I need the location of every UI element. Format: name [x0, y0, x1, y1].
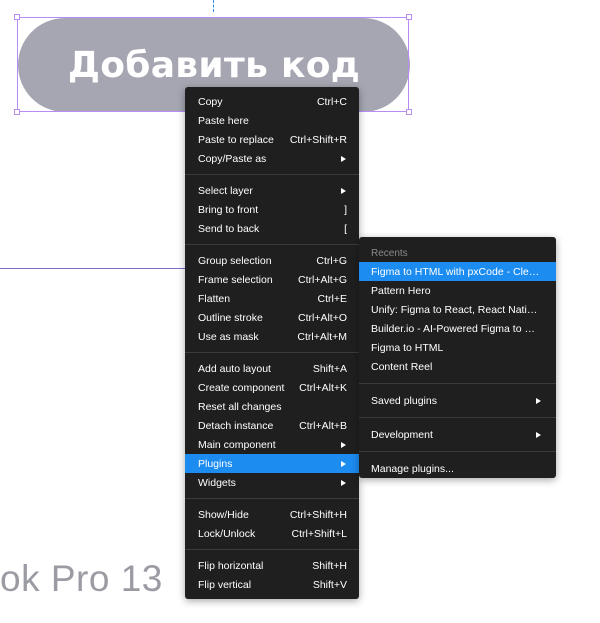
menu-item-shortcut: Ctrl+G [316, 254, 347, 267]
menu-item-shortcut: Ctrl+Alt+O [297, 311, 347, 324]
resize-handle-top-left[interactable] [14, 14, 20, 20]
menu-item-label: Paste here [198, 114, 249, 127]
menu-divider [185, 549, 359, 550]
submenu-arrow-icon [341, 441, 346, 448]
menu-item-send-to-back[interactable]: Send to back [ [185, 219, 359, 238]
menu-item-frame-selection[interactable]: Frame selection Ctrl+Alt+G [185, 270, 359, 289]
menu-item-label: Use as mask [198, 330, 259, 343]
menu-item-shortcut: Ctrl+C [316, 95, 347, 108]
menu-item-label: Group selection [198, 254, 272, 267]
menu-item-shortcut: Ctrl+E [317, 292, 347, 305]
menu-item-detach-instance[interactable]: Detach instance Ctrl+Alt+B [185, 416, 359, 435]
plugin-item-pattern-hero[interactable]: Pattern Hero [359, 281, 556, 300]
menu-divider [185, 244, 359, 245]
submenu-arrow-icon [536, 431, 541, 438]
menu-item-label: Flip vertical [198, 578, 252, 591]
resize-handle-bottom-right[interactable] [406, 109, 412, 115]
menu-item-shortcut: Ctrl+Alt+G [297, 273, 347, 286]
menu-item-shortcut: Ctrl+Alt+M [297, 330, 347, 343]
add-code-button-text: Добавить код [67, 44, 361, 86]
menu-item-shortcut: Ctrl+Shift+L [291, 527, 347, 540]
menu-item-shortcut: Ctrl+Alt+B [299, 419, 347, 432]
menu-item-label: Add auto layout [198, 362, 271, 375]
plugin-item-builder-io[interactable]: Builder.io - AI-Powered Figma to Cod... [359, 319, 556, 338]
submenu-arrow-icon [536, 397, 541, 404]
menu-divider [185, 352, 359, 353]
layout-guide [213, 0, 214, 12]
menu-item-paste-to-replace[interactable]: Paste to replace Ctrl+Shift+R [185, 130, 359, 149]
menu-item-label: Lock/Unlock [198, 527, 256, 540]
menu-item-label: Copy [198, 95, 223, 108]
plugin-item-figma-to-html[interactable]: Figma to HTML [359, 338, 556, 357]
submenu-divider [359, 417, 556, 418]
plugins-submenu: Recents Figma to HTML with pxCode - Clea… [359, 237, 556, 478]
recents-header: Recents [371, 247, 408, 259]
menu-item-create-component[interactable]: Create component Ctrl+Alt+K [185, 378, 359, 397]
menu-item-lock-unlock[interactable]: Lock/Unlock Ctrl+Shift+L [185, 524, 359, 543]
menu-item-widgets[interactable]: Widgets [185, 473, 359, 492]
menu-item-label: Create component [198, 381, 285, 394]
menu-item-select-layer[interactable]: Select layer [185, 181, 359, 200]
submenu-arrow-icon [341, 460, 346, 467]
menu-item-label: Send to back [198, 222, 260, 235]
menu-item-add-auto-layout[interactable]: Add auto layout Shift+A [185, 359, 359, 378]
menu-item-bring-to-front[interactable]: Bring to front] [185, 200, 359, 219]
menu-divider [185, 498, 359, 499]
menu-item-label: Paste to replace [198, 133, 274, 146]
menu-item-copy-paste-as[interactable]: Copy/Paste as [185, 149, 359, 168]
menu-item-label: Flip horizontal [198, 559, 264, 572]
canvas-line [0, 268, 200, 269]
menu-item-reset-all-changes[interactable]: Reset all changes [185, 397, 359, 416]
menu-item-outline-stroke[interactable]: Outline stroke Ctrl+Alt+O [185, 308, 359, 327]
menu-item-label: Show/Hide [198, 508, 249, 521]
menu-item-label: Flatten [198, 292, 231, 305]
context-menu: Copy Ctrl+C Paste here Paste to replace Ctrl… [185, 87, 359, 599]
menu-divider [185, 174, 359, 175]
menu-item-flip-vertical[interactable]: Flip vertical Shift+V [185, 575, 359, 594]
menu-item-label: Bring to front [198, 203, 259, 216]
menu-item-label: Reset all changes [198, 400, 282, 413]
menu-item-paste-here[interactable]: Paste here [185, 111, 359, 130]
development-item[interactable]: Development [359, 425, 556, 444]
menu-item-show-hide[interactable]: Show/Hide Ctrl+Shift+H [185, 505, 359, 524]
menu-item-label: Main component [198, 438, 276, 451]
saved-plugins-item[interactable]: Saved plugins [359, 391, 556, 410]
menu-item-shortcut: Shift+V [312, 578, 347, 591]
menu-item-label: Outline stroke [198, 311, 263, 324]
submenu-arrow-icon [341, 187, 346, 194]
menu-item-shortcut: Shift+H [312, 559, 347, 572]
manage-plugins-item[interactable]: Manage plugins... [359, 459, 556, 478]
menu-item-copy[interactable]: Copy Ctrl+C [185, 92, 359, 111]
resize-handle-top-right[interactable] [406, 14, 412, 20]
menu-item-shortcut: Ctrl+Shift+H [289, 508, 347, 521]
menu-item-shortcut: [ [344, 222, 347, 235]
plugin-item-figma-to-html-pxcode[interactable]: Figma to HTML with pxCode - Clean ... [359, 262, 556, 281]
menu-item-label: Detach instance [198, 419, 274, 432]
menu-item-plugins[interactable]: Plugins [185, 454, 359, 473]
submenu-divider [359, 383, 556, 384]
submenu-divider [359, 451, 556, 452]
menu-item-flatten[interactable]: Flatten Ctrl+E [185, 289, 359, 308]
menu-item-label: Select layer [198, 184, 253, 197]
menu-item-shortcut: ] [344, 203, 347, 216]
menu-item-shortcut: Shift+A [312, 362, 347, 375]
menu-item-label: Plugins [198, 457, 233, 470]
menu-item-label: Copy/Paste as [198, 152, 267, 165]
submenu-arrow-icon [341, 155, 346, 162]
menu-item-label: Widgets [198, 476, 236, 489]
menu-item-shortcut: Ctrl+Alt+K [299, 381, 347, 394]
menu-item-flip-horizontal[interactable]: Flip horizontal Shift+H [185, 556, 359, 575]
resize-handle-bottom-left[interactable] [14, 109, 20, 115]
plugin-item-content-reel[interactable]: Content Reel [359, 357, 556, 376]
menu-item-shortcut: Ctrl+Shift+R [289, 133, 347, 146]
submenu-arrow-icon [341, 479, 346, 486]
plugin-item-unify[interactable]: Unify: Figma to React, React Native ... [359, 300, 556, 319]
menu-item-main-component[interactable]: Main component [185, 435, 359, 454]
menu-item-group-selection[interactable]: Group selection Ctrl+G [185, 251, 359, 270]
menu-item-use-as-mask[interactable]: Use as mask Ctrl+Alt+M [185, 327, 359, 346]
menu-item-label: Frame selection [198, 273, 273, 286]
canvas-background-text: ok Pro 13 [0, 558, 163, 599]
